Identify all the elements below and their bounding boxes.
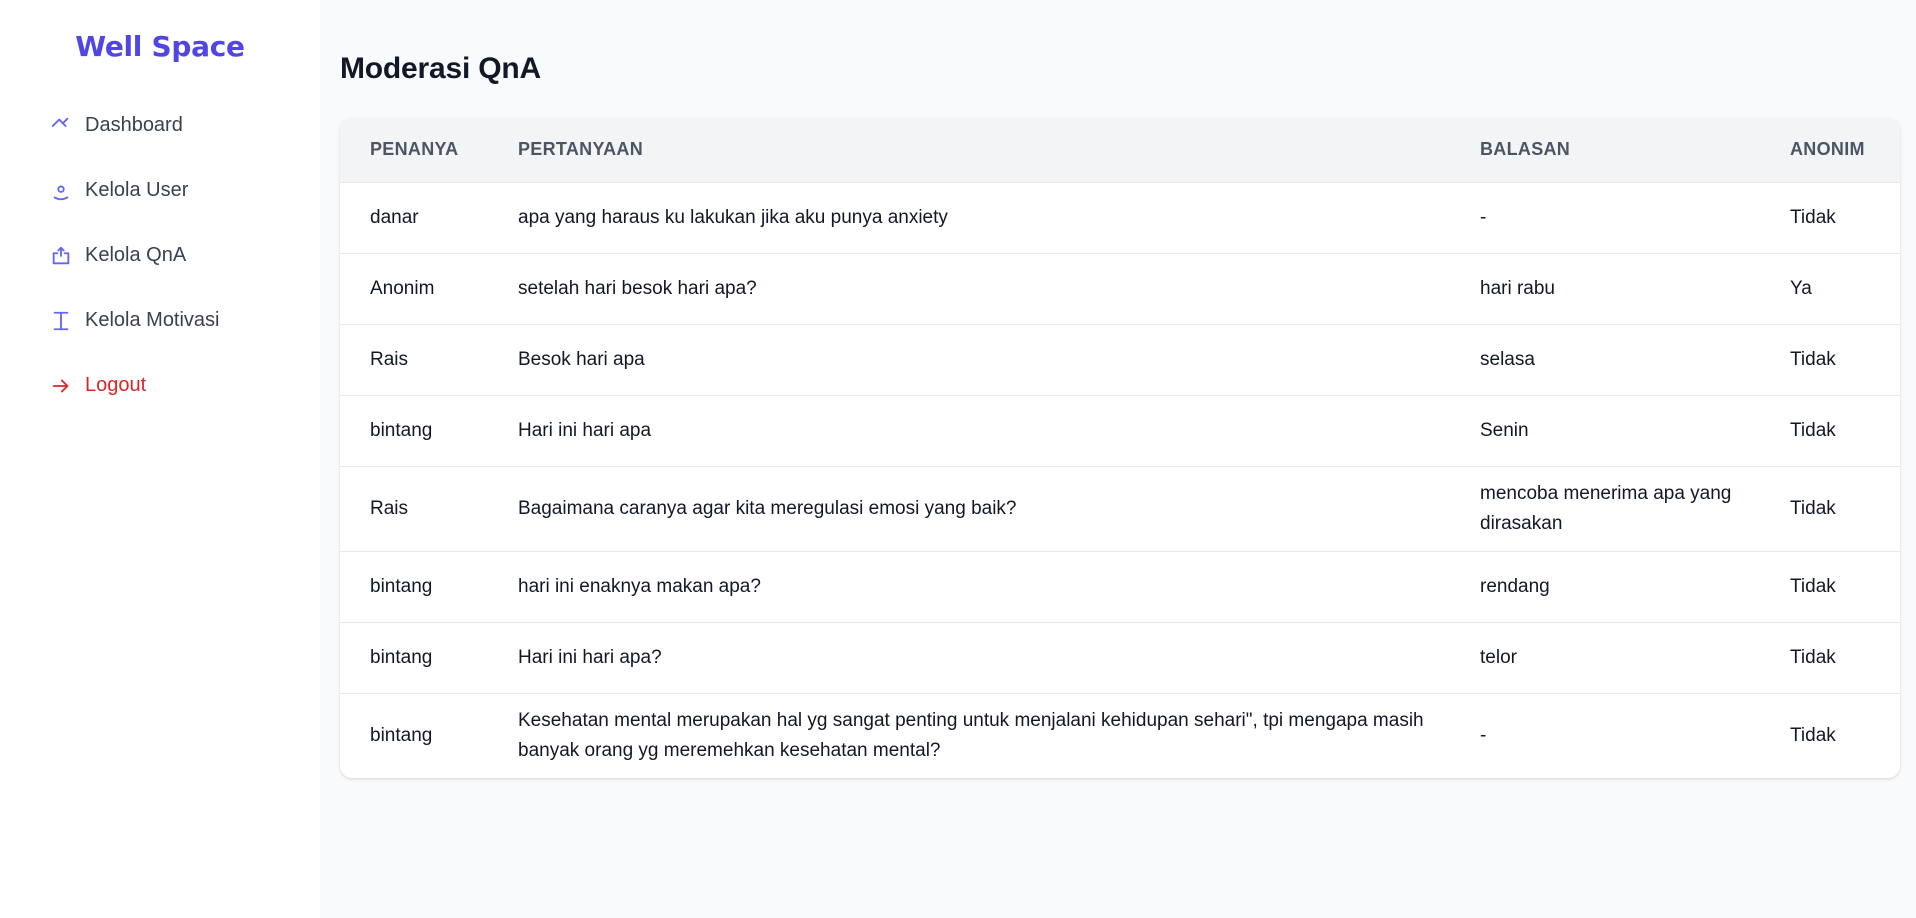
table-row[interactable]: bintang Kesehatan mental merupakan hal y… bbox=[340, 692, 1900, 778]
table-row[interactable]: Rais Besok hari apa selasa Tidak bbox=[340, 323, 1900, 395]
table-header-row: PENANYA PERTANYAAN BALASAN ANONIM bbox=[340, 118, 1900, 182]
sidebar-item-label: Kelola QnA bbox=[85, 244, 187, 266]
table-row[interactable]: bintang hari ini enaknya makan apa? rend… bbox=[340, 550, 1900, 622]
cell-anonim: Tidak bbox=[1760, 323, 1900, 395]
cell-penanya: bintang bbox=[340, 621, 488, 693]
cell-pertanyaan: Kesehatan mental merupakan hal yg sangat… bbox=[488, 692, 1450, 778]
cell-anonim: Tidak bbox=[1760, 465, 1900, 551]
header-anonim: ANONIM bbox=[1790, 139, 1865, 160]
home-icon bbox=[50, 115, 72, 137]
tray-icon bbox=[50, 245, 72, 267]
cell-pertanyaan: hari ini enaknya makan apa? bbox=[488, 550, 1450, 622]
cell-balasan: Senin bbox=[1450, 394, 1760, 466]
cell-balasan: telor bbox=[1450, 621, 1760, 693]
cell-anonim: Tidak bbox=[1760, 181, 1900, 253]
sidebar-item-kelola-motivasi[interactable]: Kelola Motivasi bbox=[50, 288, 320, 353]
cell-penanya: Anonim bbox=[340, 252, 488, 324]
cell-balasan: - bbox=[1450, 692, 1760, 778]
sidebar-item-kelola-qna[interactable]: Kelola QnA bbox=[50, 223, 320, 288]
sidebar-item-label: Kelola User bbox=[85, 179, 189, 201]
table-row[interactable]: bintang Hari ini hari apa Senin Tidak bbox=[340, 394, 1900, 466]
brand-logo[interactable]: Well Space bbox=[0, 30, 320, 63]
cell-anonim: Tidak bbox=[1760, 621, 1900, 693]
page-title: Moderasi QnA bbox=[340, 52, 541, 85]
cell-balasan: - bbox=[1450, 181, 1760, 253]
user-icon bbox=[50, 180, 72, 202]
sidebar-item-logout[interactable]: Logout bbox=[50, 353, 320, 418]
cell-pertanyaan: setelah hari besok hari apa? bbox=[488, 252, 1450, 324]
cell-penanya: bintang bbox=[340, 550, 488, 622]
cell-penanya: danar bbox=[340, 181, 488, 253]
cell-anonim: Tidak bbox=[1760, 550, 1900, 622]
cell-anonim: Ya bbox=[1760, 252, 1900, 324]
sidebar-nav: Dashboard Kelola User Kelola QnA Kelola … bbox=[0, 93, 320, 418]
header-balasan: BALASAN bbox=[1480, 139, 1571, 160]
cell-pertanyaan: Besok hari apa bbox=[488, 323, 1450, 395]
main-content: Moderasi QnA PENANYA PERTANYAAN BALASAN … bbox=[320, 0, 1916, 918]
sidebar-item-kelola-user[interactable]: Kelola User bbox=[50, 158, 320, 223]
header-penanya: PENANYA bbox=[370, 139, 459, 160]
cell-pertanyaan: apa yang haraus ku lakukan jika aku puny… bbox=[488, 181, 1450, 253]
qna-table-card: PENANYA PERTANYAAN BALASAN ANONIM danar … bbox=[340, 118, 1900, 778]
qna-table: PENANYA PERTANYAAN BALASAN ANONIM danar … bbox=[340, 118, 1900, 778]
cell-balasan: selasa bbox=[1450, 323, 1760, 395]
table-row[interactable]: Rais Bagaimana caranya agar kita meregul… bbox=[340, 465, 1900, 551]
sidebar: Well Space Dashboard Kelola User Kelola … bbox=[0, 0, 320, 918]
table-row[interactable]: Anonim setelah hari besok hari apa? hari… bbox=[340, 252, 1900, 324]
table-row[interactable]: bintang Hari ini hari apa? telor Tidak bbox=[340, 621, 1900, 693]
sidebar-item-label: Logout bbox=[85, 374, 147, 396]
sidebar-item-label: Kelola Motivasi bbox=[85, 309, 220, 331]
arrow-right-icon bbox=[50, 375, 72, 397]
cell-penanya: bintang bbox=[340, 394, 488, 466]
header-pertanyaan: PERTANYAAN bbox=[518, 139, 644, 160]
cell-pertanyaan: Hari ini hari apa bbox=[488, 394, 1450, 466]
cell-pertanyaan: Hari ini hari apa? bbox=[488, 621, 1450, 693]
cell-penanya: bintang bbox=[340, 692, 488, 778]
cell-pertanyaan: Bagaimana caranya agar kita meregulasi e… bbox=[488, 465, 1450, 551]
cell-anonim: Tidak bbox=[1760, 394, 1900, 466]
cell-balasan: hari rabu bbox=[1450, 252, 1760, 324]
cell-penanya: Rais bbox=[340, 323, 488, 395]
cell-anonim: Tidak bbox=[1760, 692, 1900, 778]
cell-balasan: rendang bbox=[1450, 550, 1760, 622]
sidebar-item-label: Dashboard bbox=[85, 114, 183, 136]
text-cursor-icon bbox=[50, 310, 72, 332]
table-row[interactable]: danar apa yang haraus ku lakukan jika ak… bbox=[340, 181, 1900, 253]
sidebar-item-dashboard[interactable]: Dashboard bbox=[50, 93, 320, 158]
cell-balasan: mencoba menerima apa yang dirasakan bbox=[1450, 465, 1760, 551]
cell-penanya: Rais bbox=[340, 465, 488, 551]
